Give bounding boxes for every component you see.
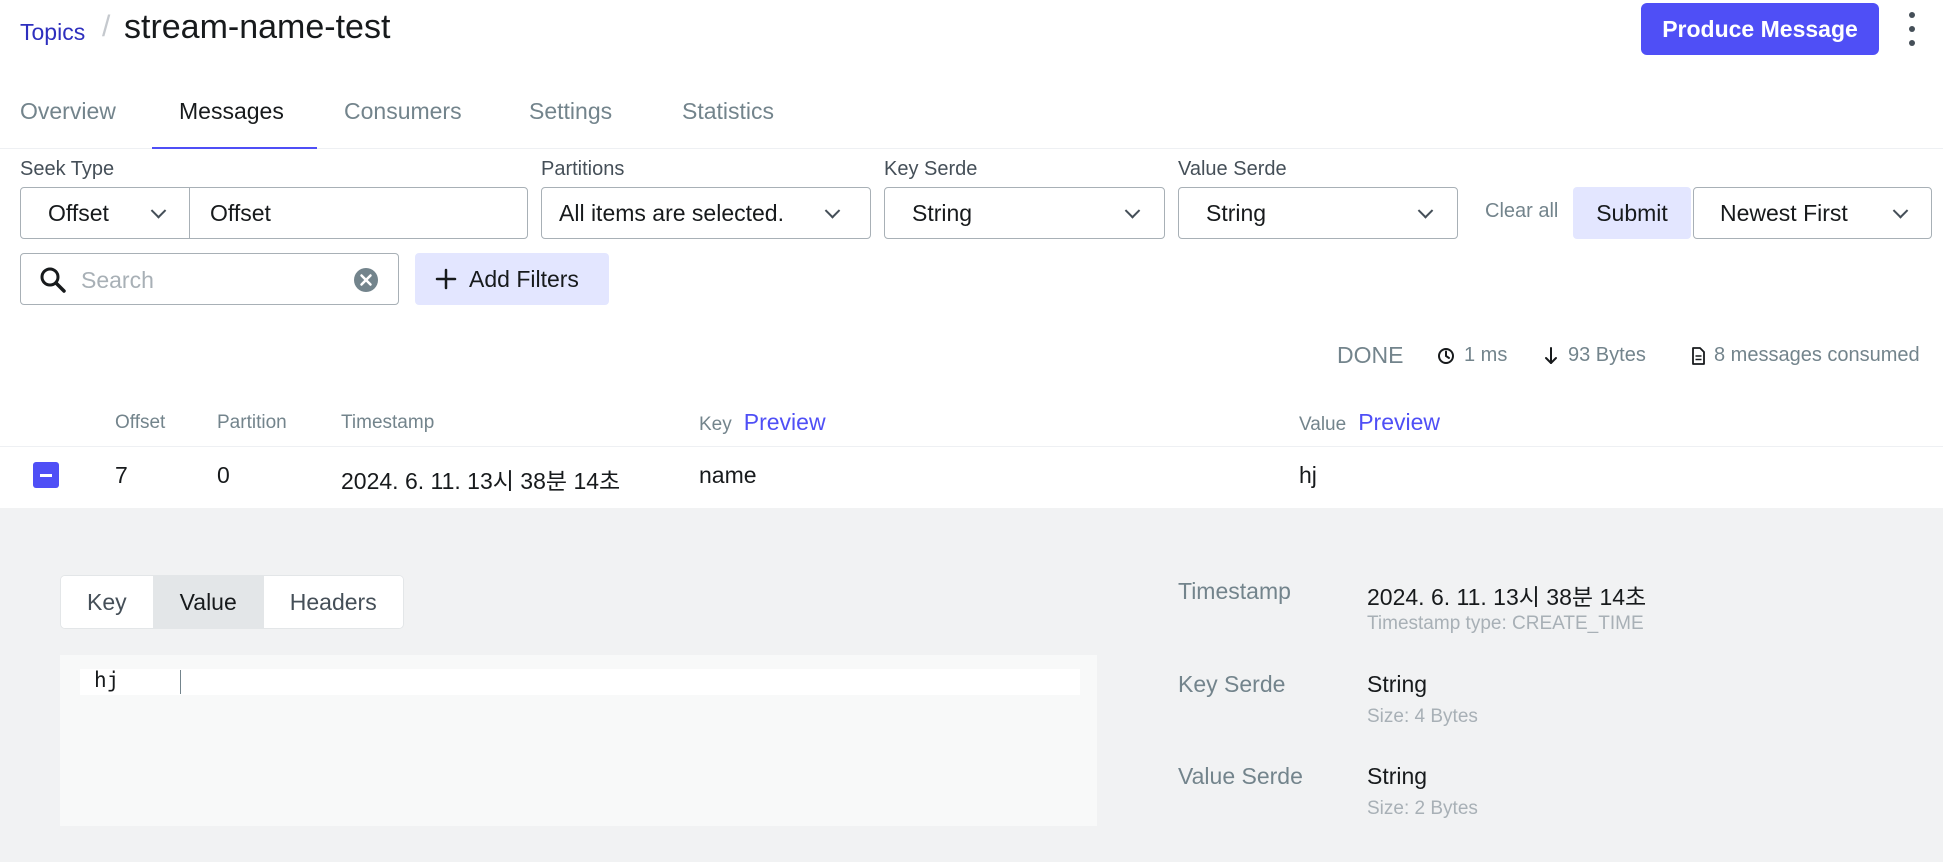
detail-key-serde-value: String — [1367, 671, 1428, 697]
page-title: stream-name-test — [124, 8, 391, 46]
seek-type-value: Offset — [48, 199, 109, 226]
key-preview-link[interactable]: Preview — [744, 409, 826, 435]
column-header-timestamp: Timestamp — [341, 412, 435, 433]
add-filters-label: Add Filters — [469, 265, 579, 292]
column-header-offset: Offset — [115, 412, 166, 433]
row-offset: 7 — [115, 462, 128, 488]
offset-input-value: Offset — [210, 199, 271, 226]
add-filters-button[interactable]: Add Filters — [415, 253, 609, 305]
collapse-row-icon[interactable] — [33, 462, 59, 488]
more-options-icon[interactable] — [1906, 12, 1918, 46]
detail-tabs: Key Value Headers — [60, 575, 404, 629]
column-header-key-label: Key — [699, 414, 732, 435]
row-value: hj — [1299, 462, 1317, 488]
elapsed-time: 1 ms — [1437, 344, 1507, 367]
detail-value-serde-value: String — [1367, 763, 1428, 789]
message-content-text: hj — [94, 668, 120, 692]
bytes-consumed-value: 93 Bytes — [1568, 344, 1646, 366]
consume-state: DONE — [1337, 342, 1404, 368]
partitions-label: Partitions — [541, 158, 625, 180]
chevron-down-icon — [1892, 203, 1909, 219]
breadcrumb-separator: / — [102, 10, 111, 43]
editor-caret — [180, 670, 181, 694]
sort-order-select[interactable]: Newest First — [1693, 187, 1932, 239]
key-serde-select[interactable]: String — [884, 187, 1165, 239]
message-content-editor[interactable]: hj — [60, 655, 1097, 826]
sort-order-value: Newest First — [1720, 199, 1848, 226]
detail-key-size: Size: 4 Bytes — [1367, 706, 1478, 727]
search-box — [20, 253, 399, 305]
row-partition: 0 — [217, 462, 230, 488]
detail-value-size: Size: 2 Bytes — [1367, 798, 1478, 819]
bytes-consumed: 93 Bytes — [1543, 344, 1646, 367]
value-preview-link[interactable]: Preview — [1358, 409, 1440, 435]
messages-consumed-value: 8 messages consumed — [1714, 344, 1920, 366]
column-header-value-label: Value — [1299, 414, 1347, 435]
key-serde-value: String — [912, 199, 973, 226]
table-divider — [0, 446, 1943, 447]
detail-timestamp-label: Timestamp — [1178, 578, 1291, 604]
tab-messages[interactable]: Messages — [152, 92, 317, 149]
document-icon — [1692, 346, 1705, 365]
offset-input[interactable]: Offset — [189, 187, 528, 239]
elapsed-time-value: 1 ms — [1464, 344, 1508, 366]
detail-tab-key[interactable]: Key — [61, 576, 154, 628]
plus-icon — [435, 268, 457, 290]
clear-search-icon[interactable] — [353, 267, 379, 293]
value-serde-label: Value Serde — [1178, 158, 1287, 180]
produce-message-button[interactable]: Produce Message — [1641, 3, 1879, 55]
detail-tab-value[interactable]: Value — [153, 576, 264, 628]
seek-type-label: Seek Type — [20, 158, 115, 180]
column-header-key: Key Preview — [699, 409, 826, 436]
arrow-down-icon — [1545, 346, 1557, 364]
search-input[interactable] — [81, 264, 351, 296]
detail-timestamp-value: 2024. 6. 11. 13시 38분 14초 — [1367, 584, 1647, 610]
tab-overview[interactable]: Overview — [20, 92, 116, 149]
clear-all-link[interactable]: Clear all — [1485, 200, 1558, 223]
messages-consumed: 8 messages consumed — [1691, 344, 1920, 367]
value-serde-select[interactable]: String — [1178, 187, 1458, 239]
key-serde-label: Key Serde — [884, 158, 978, 180]
tab-statistics[interactable]: Statistics — [682, 92, 774, 149]
chevron-down-icon — [1417, 203, 1434, 219]
search-icon — [40, 267, 66, 293]
chevron-down-icon — [1124, 203, 1141, 219]
chevron-down-icon — [824, 203, 841, 219]
column-header-value: Value Preview — [1299, 409, 1440, 436]
column-header-partition: Partition — [217, 412, 287, 433]
topic-tabs: Overview Messages Consumers Settings Sta… — [0, 92, 1943, 149]
detail-key-serde-label: Key Serde — [1178, 671, 1286, 697]
row-timestamp: 2024. 6. 11. 13시 38분 14초 — [341, 468, 621, 494]
detail-value-serde-label: Value Serde — [1178, 763, 1303, 789]
submit-button[interactable]: Submit — [1573, 187, 1691, 239]
clock-icon — [1438, 347, 1454, 364]
editor-active-line — [80, 669, 1080, 695]
row-key: name — [699, 462, 757, 488]
detail-tab-headers[interactable]: Headers — [263, 576, 403, 628]
chevron-down-icon — [150, 203, 167, 219]
detail-timestamp-type: Timestamp type: CREATE_TIME — [1367, 613, 1644, 634]
breadcrumb-topics-link[interactable]: Topics — [20, 19, 85, 46]
partitions-value: All items are selected. — [559, 199, 784, 226]
tab-settings[interactable]: Settings — [529, 92, 612, 149]
tab-consumers[interactable]: Consumers — [344, 92, 462, 149]
page-header: Topics / stream-name-test Produce Messag… — [0, 0, 1943, 62]
value-serde-value: String — [1206, 199, 1267, 226]
partitions-select[interactable]: All items are selected. — [541, 187, 871, 239]
seek-type-select[interactable]: Offset — [20, 187, 190, 239]
